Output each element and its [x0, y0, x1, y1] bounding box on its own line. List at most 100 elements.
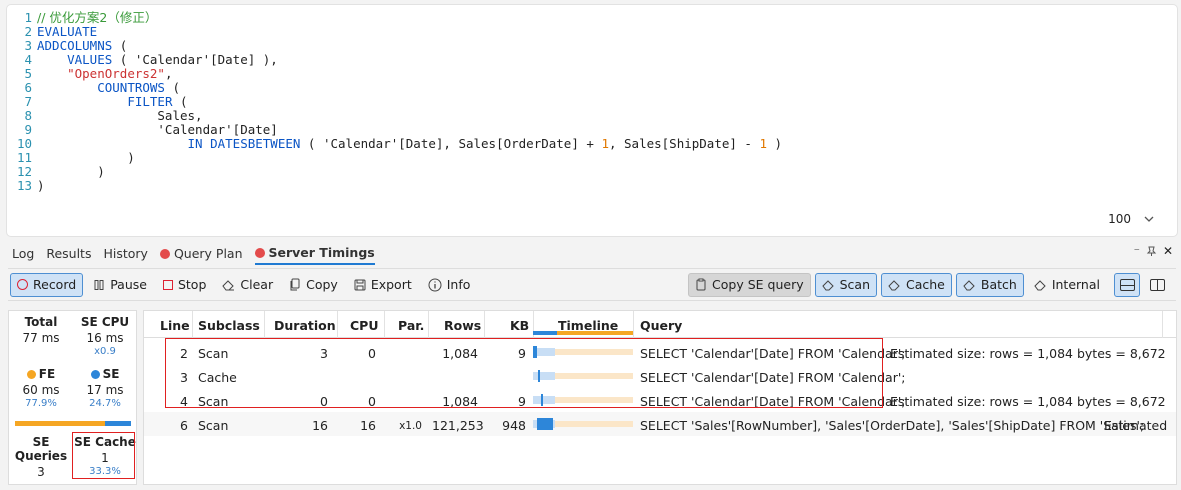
- server-timings-toolbar: Record Pause Stop Clear Copy Export Info…: [8, 268, 1176, 301]
- col-duration[interactable]: Duration: [274, 318, 336, 333]
- zoom-control[interactable]: 100: [1108, 212, 1155, 226]
- tab-results[interactable]: Results: [46, 245, 91, 264]
- code-text: ): [37, 165, 105, 179]
- code-line[interactable]: 13): [7, 179, 782, 193]
- code-line[interactable]: 12 ): [7, 165, 782, 179]
- col-kb[interactable]: KB: [510, 318, 529, 333]
- code-text: ): [37, 151, 135, 165]
- cache-filter-toggle[interactable]: Cache: [881, 272, 952, 297]
- grid-header: Line Subclass Duration CPU Par. Rows KB …: [144, 311, 1176, 338]
- col-cpu[interactable]: CPU: [350, 318, 379, 333]
- tab-server-timings[interactable]: Server Timings: [254, 244, 375, 265]
- code-line[interactable]: 8 Sales,: [7, 109, 782, 123]
- code-token: VALUES: [67, 52, 113, 67]
- code-token: ): [37, 178, 45, 193]
- code-line[interactable]: 9 'Calendar'[Date]: [7, 123, 782, 137]
- code-line[interactable]: 6 COUNTROWS (: [7, 81, 782, 95]
- line-number: 5: [24, 66, 32, 81]
- line-number: 11: [16, 150, 32, 165]
- scan-filter-toggle[interactable]: Scan: [814, 272, 877, 297]
- copy-se-query-button[interactable]: Copy SE query: [688, 272, 811, 297]
- eraser-icon: [1034, 279, 1046, 290]
- dax-editor[interactable]: 1// 优化方案2（修正） 2 EVALUATE 3 ADDCOLUMNS (4 VAL…: [6, 4, 1178, 237]
- code-line[interactable]: 7 FILTER (: [7, 95, 782, 109]
- se-cpu-ratio: x0.9: [94, 346, 116, 357]
- code-line[interactable]: 3 ADDCOLUMNS (: [7, 39, 782, 53]
- line-number: 7: [24, 94, 32, 109]
- col-subclass[interactable]: Subclass: [198, 318, 260, 333]
- chevron-down-icon[interactable]: [1143, 213, 1155, 225]
- col-query[interactable]: Query: [640, 318, 682, 333]
- code-token: FILTER: [127, 94, 173, 109]
- code-text: 'Calendar'[Date]: [37, 123, 277, 137]
- code-line[interactable]: 2 EVALUATE: [7, 25, 782, 39]
- code-text: Sales,: [37, 109, 202, 123]
- copy-button[interactable]: Copy: [283, 273, 344, 297]
- close-icon[interactable]: ✕: [1163, 244, 1173, 258]
- timeline-bar: [537, 418, 553, 430]
- tab-log[interactable]: Log: [12, 245, 34, 264]
- scan-label: Scan: [839, 277, 870, 292]
- pause-button[interactable]: Pause: [87, 273, 153, 297]
- pin-icon[interactable]: [1146, 246, 1157, 257]
- internal-filter-toggle[interactable]: Internal: [1028, 273, 1106, 297]
- cell-line: 6: [180, 418, 188, 433]
- pause-label: Pause: [110, 277, 147, 292]
- cell-kb: 948: [502, 418, 526, 433]
- info-icon: [428, 278, 442, 291]
- code-text: ): [37, 179, 45, 193]
- code-area[interactable]: 1// 优化方案2（修正） 2 EVALUATE 3 ADDCOLUMNS (4 VAL…: [7, 11, 782, 193]
- se-queries-value: 3: [37, 465, 45, 479]
- export-label: Export: [370, 277, 412, 292]
- code-line[interactable]: 1 // 优化方案2（修正）: [7, 11, 782, 25]
- code-text: "OpenOrders2",: [37, 67, 172, 81]
- tab-history[interactable]: History: [103, 245, 147, 264]
- fe-bar-segment: [15, 421, 106, 426]
- line-number: 2: [24, 24, 32, 39]
- fe-pct: 77.9%: [25, 398, 57, 409]
- code-line[interactable]: 11 ): [7, 151, 782, 165]
- vertical-layout-button[interactable]: [1144, 273, 1170, 297]
- code-text: FILTER (: [37, 94, 187, 109]
- col-par[interactable]: Par.: [398, 318, 424, 333]
- fe-value: 60 ms: [22, 383, 60, 397]
- tab-label: Log: [12, 246, 35, 261]
- info-button[interactable]: Info: [422, 273, 477, 297]
- record-icon: [17, 279, 28, 290]
- code-token: // 优化方案2（修正）: [37, 10, 158, 25]
- code-text: VALUES ( 'Calendar'[Date] ),: [37, 53, 278, 67]
- horizontal-layout-button[interactable]: [1114, 272, 1140, 297]
- code-line[interactable]: 10 IN DATESBETWEEN ( 'Calendar'[Date], S…: [7, 137, 782, 151]
- stop-button[interactable]: Stop: [157, 273, 212, 297]
- code-text: // 优化方案2（修正）: [37, 11, 157, 25]
- code-token: ,: [164, 66, 173, 81]
- batch-filter-toggle[interactable]: Batch: [955, 272, 1024, 297]
- code-token: ): [37, 164, 105, 179]
- code-line[interactable]: 4 VALUES ( 'Calendar'[Date] ),: [7, 53, 782, 67]
- record-button[interactable]: Record: [10, 272, 84, 297]
- total-value: 77 ms: [22, 331, 60, 345]
- code-line[interactable]: 5 "OpenOrders2",: [7, 67, 782, 81]
- col-rows[interactable]: Rows: [444, 318, 481, 333]
- copy-label: Copy: [306, 277, 338, 292]
- fe-label: FE: [38, 367, 56, 381]
- clear-button[interactable]: Clear: [216, 273, 279, 297]
- panel-controls: ⁻ ✕: [1134, 244, 1173, 258]
- fe-stat: FE 60 ms 77.9%: [9, 367, 73, 409]
- col-line[interactable]: Line: [160, 318, 190, 333]
- copy-icon: [290, 278, 300, 291]
- fe-se-ratio-bar: [15, 421, 131, 426]
- table-row[interactable]: 6 Scan 16 16 x1.0 121,253 948 SELECT 'Sales'[Ro…: [144, 412, 1176, 436]
- record-label: Record: [33, 277, 77, 292]
- eraser-icon: [821, 279, 834, 290]
- code-token: COUNTROWS: [97, 80, 165, 95]
- copy-se-query-label: Copy SE query: [712, 277, 804, 292]
- export-button[interactable]: Export: [348, 273, 418, 297]
- zoom-level: 100: [1108, 212, 1131, 226]
- tab-query-plan[interactable]: Query Plan: [159, 245, 243, 264]
- more-options-icon[interactable]: ⁻: [1134, 244, 1140, 258]
- line-number: 9: [24, 122, 32, 137]
